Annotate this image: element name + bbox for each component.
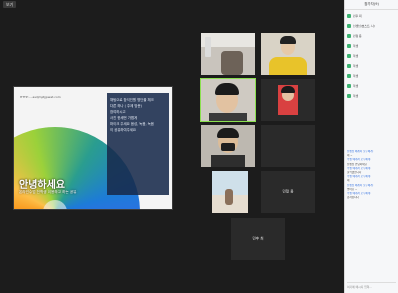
- participant-row[interactable]: 학생: [347, 81, 396, 91]
- top-bar: 보기: [0, 0, 344, 10]
- avatar: [347, 94, 351, 98]
- participant-row[interactable]: 선생님(호스트, 나): [347, 21, 396, 31]
- meeting-window: 보기 HTTP:....asdjmjdjjpwet.com 채팅으로 참석인원 …: [0, 0, 398, 293]
- avatar: [347, 14, 351, 18]
- slide-line: 이 공유하여주세요: [110, 128, 137, 132]
- participant-row[interactable]: 학생: [347, 41, 396, 51]
- video-tile[interactable]: [200, 78, 256, 122]
- participant-list: 민후 최 선생님(호스트, 나) 민형 용 학생 학생 학생 학생 학생 학생: [345, 10, 398, 102]
- chat-input[interactable]: 여기에 메시지 입력...: [347, 282, 396, 291]
- participants-header: 참가자(9): [345, 0, 398, 10]
- video-tile[interactable]: [261, 33, 315, 75]
- chat-message: 감사합니다: [347, 196, 359, 200]
- participant-row[interactable]: 학생: [347, 71, 396, 81]
- participant-row[interactable]: 학생: [347, 51, 396, 61]
- avatar: [347, 54, 351, 58]
- video-tile[interactable]: 민형 용: [261, 171, 315, 213]
- slide-greeting-sub: 온라인수업 전학생 이용하고 하는 공유: [19, 190, 77, 194]
- slide-text-panel: 채팅으로 참석인원 명단을 체크 다른 하나 ( 주제 방문) 참여하시고 사진…: [107, 93, 169, 195]
- participant-row[interactable]: 민형 용: [347, 31, 396, 41]
- video-tile[interactable]: [261, 125, 315, 167]
- video-tile[interactable]: [212, 171, 248, 213]
- slide-greeting: 안녕하세요: [19, 180, 65, 191]
- meeting-stage: 보기 HTTP:....asdjmjdjjpwet.com 채팅으로 참석인원 …: [0, 0, 344, 293]
- video-tile[interactable]: [261, 79, 315, 121]
- participant-row[interactable]: 민후 최: [347, 11, 396, 21]
- view-button[interactable]: 보기: [3, 1, 17, 8]
- video-tile[interactable]: 민후 최: [231, 218, 285, 260]
- avatar: [347, 74, 351, 78]
- avatar: [347, 24, 351, 28]
- avatar: [347, 84, 351, 88]
- avatar: [347, 34, 351, 38]
- participant-row[interactable]: 학생: [347, 61, 396, 71]
- avatar: [347, 64, 351, 68]
- avatar: [347, 44, 351, 48]
- sidebar: 참가자(9) 민후 최 선생님(호스트, 나) 민형 용 학생 학생 학생 학생…: [344, 0, 398, 293]
- participant-name: 민형 용: [282, 189, 294, 194]
- chat-log[interactable]: 선생님 에게서 모두에게: 네 ~ 학생 에게서 모두에게: 선생님 안녕하세요…: [347, 150, 396, 281]
- video-tile[interactable]: [201, 125, 255, 167]
- video-tile[interactable]: [201, 33, 255, 75]
- participant-row[interactable]: 학생: [347, 91, 396, 101]
- participant-name: 민후 최: [252, 236, 264, 241]
- shared-slide: HTTP:....asdjmjdjjpwet.com 채팅으로 참석인원 명단을…: [13, 86, 173, 210]
- slide-url: HTTP:....asdjmjdjjpwet.com: [20, 95, 61, 99]
